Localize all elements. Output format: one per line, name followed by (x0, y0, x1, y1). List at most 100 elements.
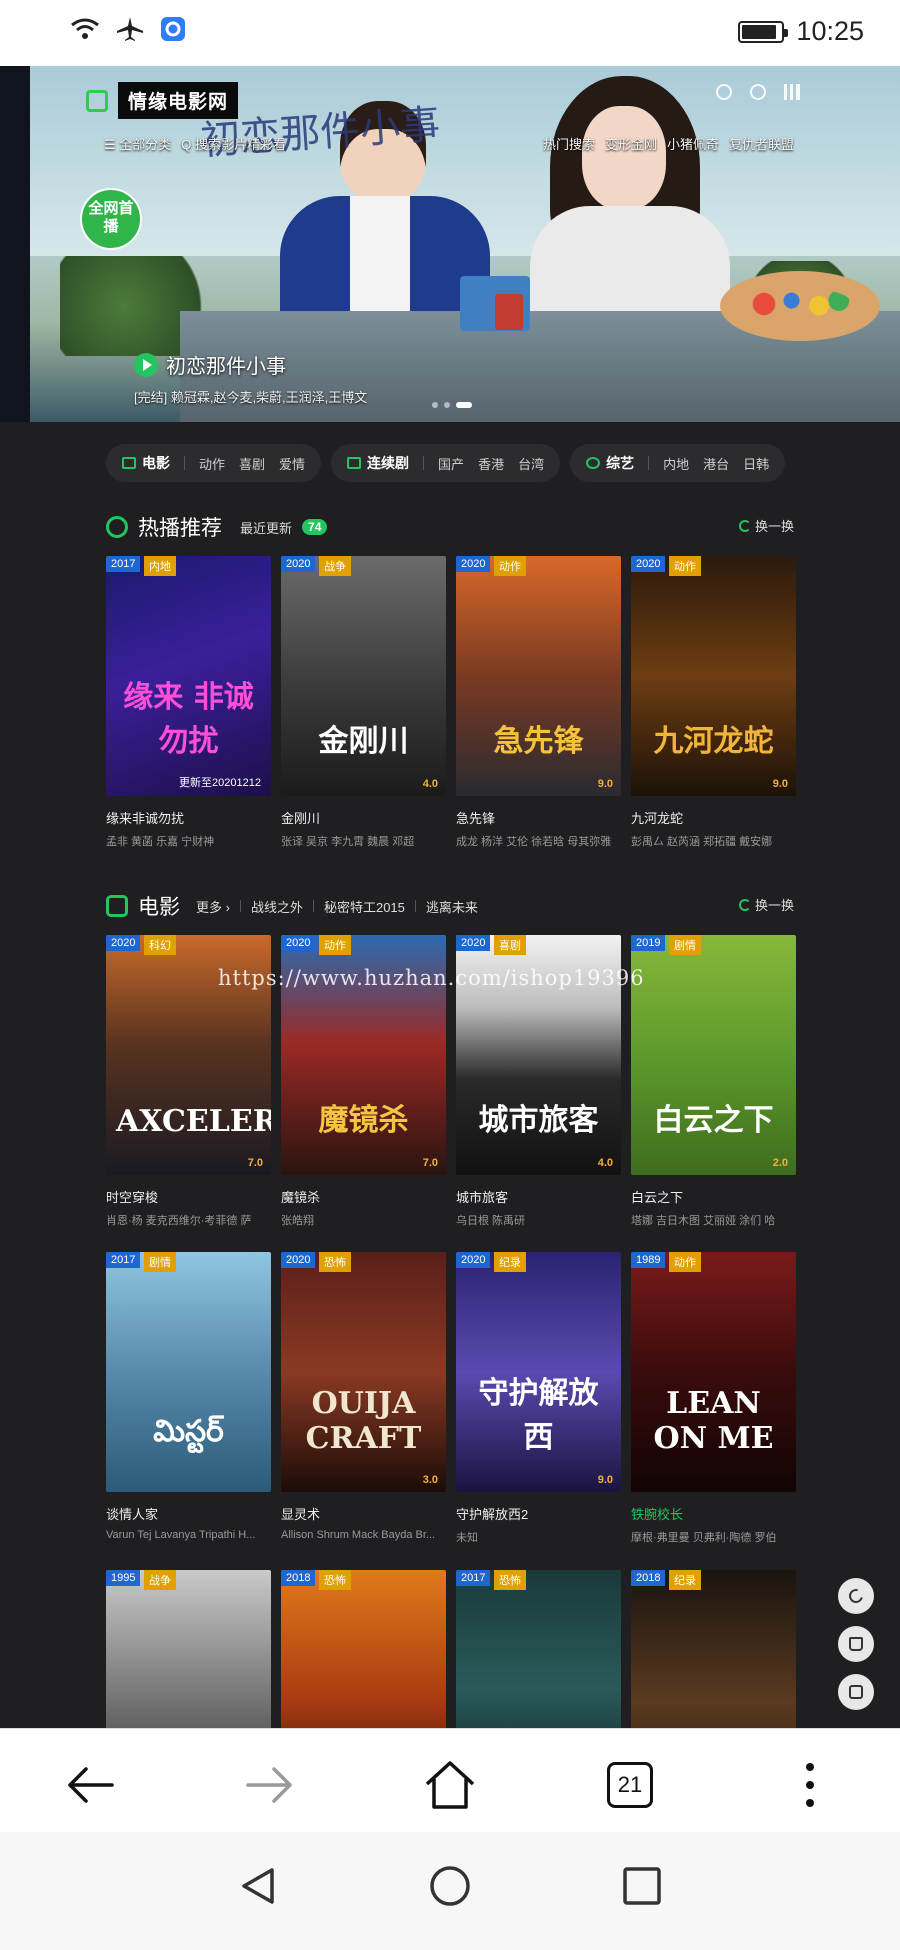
movie-card[interactable]: 九河龙蛇 2020 动作 9.0 九河龙蛇 彭禺厶 赵芮涵 郑拓疆 戴安娜 (631, 556, 796, 849)
movie-title[interactable]: 谈情人家 (106, 1504, 271, 1523)
nav-back-icon[interactable] (236, 1864, 280, 1908)
movie-title[interactable]: 显灵术 (281, 1504, 446, 1523)
search-link[interactable]: Q 搜索影片精彩看 (181, 134, 286, 153)
hot-search-item[interactable]: 复仇者联盟 (729, 134, 794, 153)
hot-search-item[interactable]: 小猪佩奇 (667, 134, 719, 153)
theme-button[interactable] (838, 1626, 874, 1662)
battery-icon (738, 20, 789, 43)
category-movie[interactable]: 电影 动作 喜剧 爱情 (106, 444, 322, 482)
system-nav-bar (0, 1832, 900, 1950)
genre-tag: 动作 (669, 1252, 701, 1272)
category-sub[interactable]: 喜剧 (239, 454, 265, 473)
tab-count[interactable]: 21 (607, 1762, 653, 1808)
category-sub[interactable]: 香港 (478, 454, 504, 473)
movie-title[interactable]: 守护解放西2 (456, 1504, 621, 1523)
movie-card[interactable]: OUIJA CRAFT 2020 恐怖 3.0 显灵术 Allison Shrum Mac… (281, 1252, 446, 1545)
tv-icon (347, 457, 362, 469)
history-icon[interactable] (716, 84, 732, 100)
movie-quick-link[interactable]: 逃离未来 (426, 897, 478, 916)
movie-poster[interactable]: OUIJA CRAFT 2020 恐怖 3.0 (281, 1252, 446, 1492)
category-series[interactable]: 连续剧 国产 香港 台湾 (331, 444, 561, 482)
movie-poster[interactable]: 金刚川 2020 战争 4.0 (281, 556, 446, 796)
category-sub[interactable]: 国产 (438, 454, 464, 473)
movie-swap-button[interactable]: 换一换 (738, 895, 794, 914)
poster-art-title: 白云之下 (653, 1103, 774, 1138)
category-label[interactable]: 综艺 (606, 453, 634, 473)
back-button[interactable] (62, 1757, 118, 1813)
movie-title[interactable]: 城市旅客 (456, 1187, 621, 1206)
arrow-left-icon (68, 1767, 114, 1803)
movie-card[interactable]: 守护解放西 2020 纪录 9.0 守护解放西2 未知 (456, 1252, 621, 1545)
movie-title[interactable]: 白云之下 (631, 1187, 796, 1206)
all-categories-link[interactable]: ☰ 全部分类 (104, 134, 171, 153)
carousel-dot-active[interactable] (456, 402, 472, 408)
nav-recents-icon[interactable] (620, 1864, 664, 1908)
movie-card[interactable]: మిస్టర్ 2017 剧情 谈情人家 Varun Tej Lavanya Tripa… (106, 1252, 271, 1545)
hot-search-link[interactable]: 热门搜索 (543, 134, 595, 153)
score-badge: 7.0 (247, 1157, 263, 1169)
site-logo[interactable]: 情缘电影网 (86, 82, 239, 119)
category-sub[interactable]: 爱情 (279, 454, 305, 473)
site-brand[interactable]: 情缘电影网 (118, 82, 239, 119)
category-sub[interactable]: 内地 (663, 454, 689, 473)
score-badge: 7.0 (422, 1157, 438, 1169)
poster-art-title: 缘来 非诚勿扰 (123, 680, 254, 759)
category-sub[interactable]: 台湾 (518, 454, 544, 473)
movie-poster[interactable]: 守护解放西 2020 纪录 9.0 (456, 1252, 621, 1492)
movie-poster[interactable]: LEAN ON ME 1989 动作 (631, 1252, 796, 1492)
movie-title[interactable]: 九河龙蛇 (631, 808, 796, 827)
notification-icon[interactable] (750, 84, 766, 100)
ranking-icon[interactable] (784, 84, 800, 100)
swap-label[interactable]: 换一换 (755, 516, 794, 535)
movie-card[interactable]: 白云之下 2019 剧情 2.0 白云之下 塔娜 吉日木图 艾丽娅 涂们 哈 (631, 935, 796, 1228)
swap-label[interactable]: 换一换 (755, 895, 794, 914)
movie-actors: 彭禺厶 赵芮涵 郑拓疆 戴安娜 (631, 836, 773, 848)
movie-card[interactable]: 急先锋 2020 动作 9.0 急先锋 成龙 杨洋 艾伦 徐若晗 母其弥雅 (456, 556, 621, 849)
dark-mode-button[interactable] (838, 1578, 874, 1614)
movie-card[interactable]: 缘来 非诚勿扰 2017 内地 更新至20201212 缘来非诚勿扰 孟非 黄菡 乐嘉 宁… (106, 556, 271, 849)
play-icon[interactable] (134, 352, 158, 377)
category-variety[interactable]: 综艺 内地 港台 日韩 (570, 444, 786, 482)
category-label[interactable]: 连续剧 (367, 453, 409, 473)
movie-quick-link[interactable]: 秘密特工2015 (324, 897, 405, 916)
more-link[interactable]: 更多 › (196, 897, 230, 916)
score-badge: 3.0 (422, 1474, 438, 1486)
category-sub[interactable]: 日韩 (743, 454, 769, 473)
nav-home-icon[interactable] (428, 1864, 472, 1908)
category-sub[interactable]: 动作 (199, 454, 225, 473)
movie-poster[interactable]: మిస్టర్ 2017 剧情 (106, 1252, 271, 1492)
carousel-dot[interactable] (432, 402, 438, 408)
year-tag: 2018 (281, 1570, 316, 1586)
hero-caption[interactable]: 初恋那件小事 [完结] 赖冠霖,赵今麦,柴蔚,王润泽,王博文 (134, 350, 367, 406)
home-button[interactable] (422, 1757, 478, 1813)
hot-swap-button[interactable]: 换一换 (738, 516, 794, 535)
genre-tag: 动作 (494, 556, 526, 576)
featured-title[interactable]: 初恋那件小事 (166, 350, 286, 379)
category-label[interactable]: 电影 (142, 453, 170, 473)
poster-art-title: 急先锋 (493, 724, 584, 759)
menu-button[interactable] (782, 1757, 838, 1813)
movie-poster[interactable]: 急先锋 2020 动作 9.0 (456, 556, 621, 796)
movie-card[interactable]: 金刚川 2020 战争 4.0 金刚川张译 吴京 李九霄 魏晨 邓超 (281, 556, 446, 849)
movie-card[interactable]: LEAN ON ME 1989 动作 铁腕校长 摩根·弗里曼 贝弗利·陶德 罗伯 (631, 1252, 796, 1545)
movie-poster[interactable]: 缘来 非诚勿扰 2017 内地 更新至20201212 (106, 556, 271, 796)
browser-toolbar: 21 (0, 1728, 900, 1832)
feedback-button[interactable] (838, 1674, 874, 1710)
movie-title[interactable]: 缘来非诚勿扰 (106, 808, 271, 827)
movie-actors: 张译 吴京 李九霄 魏晨 邓超 (281, 836, 415, 848)
poster-art-title: 九河龙蛇 (653, 724, 774, 759)
movie-title[interactable]: 魔镜杀 (281, 1187, 446, 1206)
movie-quick-link[interactable]: 战线之外 (251, 897, 303, 916)
movie-poster[interactable]: 九河龙蛇 2020 动作 9.0 (631, 556, 796, 796)
movie-title[interactable]: 急先锋 (456, 808, 621, 827)
carousel-dot[interactable] (444, 402, 450, 408)
tabs-button[interactable]: 21 (602, 1757, 658, 1813)
forward-button[interactable] (242, 1757, 298, 1813)
movie-poster[interactable]: 白云之下 2019 剧情 2.0 (631, 935, 796, 1175)
carousel-dots[interactable] (432, 402, 472, 408)
movie-title[interactable]: 金刚川 (281, 808, 446, 827)
category-sub[interactable]: 港台 (703, 454, 729, 473)
movie-title[interactable]: 时空穿梭 (106, 1187, 271, 1206)
movie-title[interactable]: 铁腕校长 (631, 1504, 796, 1523)
hot-search-item[interactable]: 变形金刚 (605, 134, 657, 153)
